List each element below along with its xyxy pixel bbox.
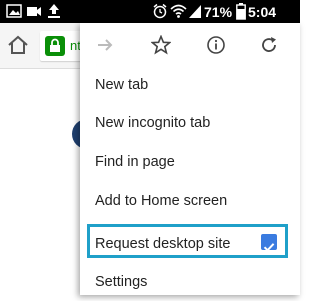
battery-icon (236, 3, 246, 20)
menu-item-add-to-home-screen[interactable]: Add to Home screen (80, 182, 300, 220)
overflow-menu: New tab New incognito tab Find in page A… (80, 23, 300, 295)
menu-item-find-in-page[interactable]: Find in page (80, 143, 300, 181)
forward-icon[interactable] (95, 35, 115, 55)
signal-icon (189, 5, 201, 18)
menu-item-settings[interactable]: Settings (80, 263, 300, 301)
menu-icon-row (80, 23, 300, 67)
checkmark-icon (263, 243, 275, 252)
alarm-icon (153, 3, 167, 19)
home-icon[interactable] (6, 34, 30, 56)
lock-icon (45, 36, 65, 56)
wifi-icon (170, 4, 187, 18)
battery-percent: 71% (204, 4, 233, 20)
upload-icon (48, 4, 60, 18)
status-bar: 71% 5:04 PM (0, 0, 300, 36)
refresh-icon[interactable] (259, 35, 279, 55)
menu-item-new-tab[interactable]: New tab (80, 66, 300, 104)
menu-item-new-incognito-tab[interactable]: New incognito tab (80, 104, 300, 142)
desktop-site-checkbox[interactable] (261, 234, 277, 252)
info-icon[interactable] (206, 35, 226, 55)
video-notification-icon (27, 7, 41, 16)
menu-item-request-desktop-site[interactable]: Request desktop site (87, 224, 288, 258)
image-notification-icon (6, 4, 22, 18)
bookmark-star-icon[interactable] (151, 35, 171, 55)
